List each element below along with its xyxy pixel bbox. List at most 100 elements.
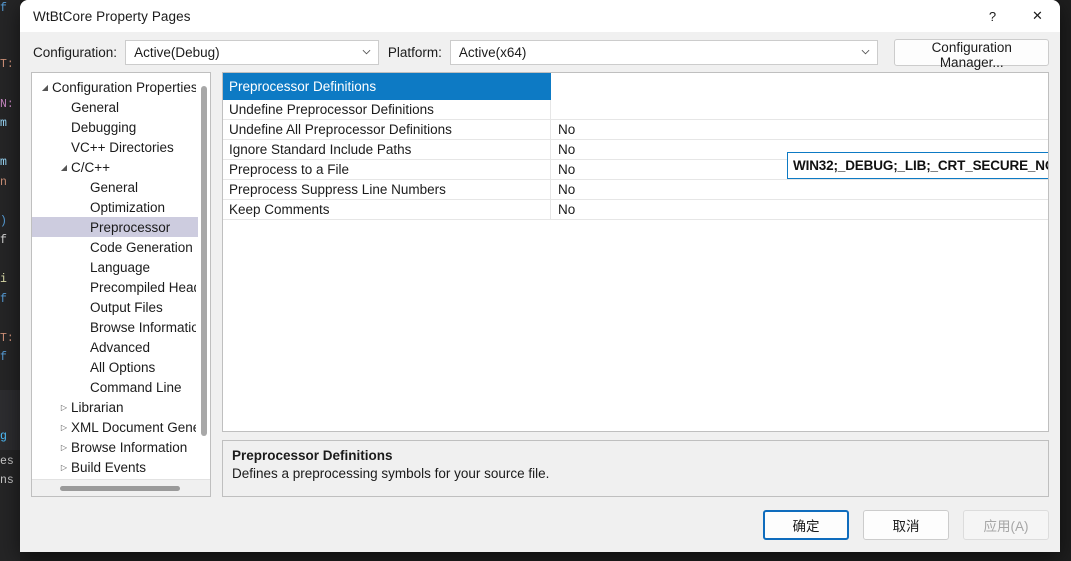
tree-item-label: VC++ Directories xyxy=(71,140,174,155)
property-value[interactable] xyxy=(551,73,1048,100)
tree-item-all-options[interactable]: All Options xyxy=(32,357,198,377)
tree-item-label: Debugging xyxy=(71,120,136,135)
description-panel: Preprocessor Definitions Defines a prepr… xyxy=(222,440,1049,497)
tree-item-label: Language xyxy=(90,260,150,275)
expander-collapsed-icon[interactable]: ▷ xyxy=(57,403,71,412)
code-fragment: f xyxy=(0,234,7,247)
tree-item-label: All Options xyxy=(90,360,155,375)
tree-item-build-events[interactable]: ▷Build Events xyxy=(32,457,198,477)
tree-item-label: Browse Information xyxy=(71,440,187,455)
code-fragment: es xyxy=(0,455,14,468)
tree-item-label: Code Generation xyxy=(90,240,193,255)
property-name: Preprocess Suppress Line Numbers xyxy=(223,180,551,199)
chevron-down-icon xyxy=(861,48,870,57)
tree-item-label: Output Files xyxy=(90,300,163,315)
tree-item-label: Build Events xyxy=(71,460,146,475)
dialog-footer: 确定 取消 应用(A) xyxy=(20,497,1060,552)
tree-item-librarian[interactable]: ▷Librarian xyxy=(32,397,198,417)
tree-item-label: Librarian xyxy=(71,400,124,415)
tree-item-preprocessor[interactable]: Preprocessor xyxy=(32,217,198,237)
dialog-title: WtBtCore Property Pages xyxy=(33,9,191,24)
configuration-dropdown-value: Active(Debug) xyxy=(134,45,220,60)
dialog-body: ◢Configuration Properties General Debuggin… xyxy=(20,72,1060,497)
property-row[interactable]: Undefine Preprocessor Definitions xyxy=(223,100,1048,120)
property-pane: Preprocessor DefinitionsUndefine Preproc… xyxy=(222,72,1049,497)
tree-item-label: General xyxy=(71,100,119,115)
property-value[interactable] xyxy=(551,100,1048,119)
configuration-dropdown[interactable]: Active(Debug) xyxy=(125,40,379,65)
help-icon[interactable]: ? xyxy=(970,0,1015,32)
tree-item-output-files[interactable]: Output Files xyxy=(32,297,198,317)
expander-expanded-icon[interactable]: ◢ xyxy=(57,163,71,172)
tree-item-label: General xyxy=(90,180,138,195)
tree-vertical-scrollbar[interactable] xyxy=(200,76,208,474)
code-fragment: ) xyxy=(0,215,7,228)
code-fragment: m xyxy=(0,117,7,130)
tree-item-label: Preprocessor xyxy=(90,220,170,235)
expander-collapsed-icon[interactable]: ▷ xyxy=(57,423,71,432)
tree-item-label: Advanced xyxy=(90,340,150,355)
tree-item-debugging[interactable]: Debugging xyxy=(32,117,198,137)
expander-collapsed-icon[interactable]: ▷ xyxy=(57,443,71,452)
property-row[interactable]: Preprocess Suppress Line NumbersNo xyxy=(223,180,1048,200)
property-row[interactable]: Preprocessor Definitions xyxy=(223,73,1048,100)
configuration-bar: Configuration: Active(Debug) Platform: A… xyxy=(20,32,1060,72)
description-title: Preprocessor Definitions xyxy=(232,448,1039,463)
property-row[interactable]: Keep CommentsNo xyxy=(223,200,1048,220)
property-value[interactable]: No xyxy=(551,200,1048,219)
tree-item-label: Precompiled Headers xyxy=(90,280,196,295)
expander-collapsed-icon[interactable]: ▷ xyxy=(57,463,71,472)
tree-item-label: XML Document Generator xyxy=(71,420,196,435)
code-fragment: T: xyxy=(0,58,14,71)
code-fragment: T: xyxy=(0,332,14,345)
property-value[interactable]: No xyxy=(551,120,1048,139)
property-grid: Preprocessor DefinitionsUndefine Preproc… xyxy=(222,72,1049,432)
tree-item-browse-information[interactable]: Browse Information xyxy=(32,317,198,337)
tree-item-label: Optimization xyxy=(90,200,165,215)
property-name: Undefine Preprocessor Definitions xyxy=(223,100,551,119)
property-name: Ignore Standard Include Paths xyxy=(223,140,551,159)
configuration-tree: ◢Configuration Properties General Debuggin… xyxy=(31,72,211,497)
preprocessor-definitions-value-editor[interactable]: WIN32;_DEBUG;_LIB;_CRT_SECURE_NO_WARNING… xyxy=(787,152,1049,179)
tree-horizontal-scrollbar-thumb[interactable] xyxy=(60,486,180,491)
ok-button[interactable]: 确定 xyxy=(763,510,849,540)
apply-button[interactable]: 应用(A) xyxy=(963,510,1049,540)
code-fragment: f xyxy=(0,351,7,364)
tree-item-c-c[interactable]: ◢C/C++ xyxy=(32,157,198,177)
code-fragment: m xyxy=(0,156,7,169)
property-value[interactable]: No xyxy=(551,180,1048,199)
tree-item-general[interactable]: General xyxy=(32,177,198,197)
tree-item-xml-document-generator[interactable]: ▷XML Document Generator xyxy=(32,417,198,437)
property-pages-dialog: WtBtCore Property Pages ? ✕ Configuratio… xyxy=(20,0,1060,552)
tree-item-advanced[interactable]: Advanced xyxy=(32,337,198,357)
platform-dropdown[interactable]: Active(x64) xyxy=(450,40,879,65)
tree-item-label: C/C++ xyxy=(71,160,110,175)
description-text: Defines a preprocessing symbols for your… xyxy=(232,466,1039,481)
tree-item-general[interactable]: General xyxy=(32,97,198,117)
tree-item-language[interactable]: Language xyxy=(32,257,198,277)
tree-item-vc-directories[interactable]: VC++ Directories xyxy=(32,137,198,157)
tree-item-precompiled-headers[interactable]: Precompiled Headers xyxy=(32,277,198,297)
tree-item-label: Command Line xyxy=(90,380,182,395)
property-grid-rows: Preprocessor DefinitionsUndefine Preproc… xyxy=(223,73,1048,220)
close-icon[interactable]: ✕ xyxy=(1015,0,1060,32)
platform-label: Platform: xyxy=(379,45,450,60)
tree-vertical-scrollbar-thumb[interactable] xyxy=(201,86,207,436)
configuration-label: Configuration: xyxy=(24,45,125,60)
window-buttons: ? ✕ xyxy=(970,0,1060,32)
code-fragment: n xyxy=(0,176,7,189)
property-name: Undefine All Preprocessor Definitions xyxy=(223,120,551,139)
expander-expanded-icon[interactable]: ◢ xyxy=(38,83,52,92)
tree-item-optimization[interactable]: Optimization xyxy=(32,197,198,217)
tree-item-command-line[interactable]: Command Line xyxy=(32,377,198,397)
tree-item-browse-information[interactable]: ▷Browse Information xyxy=(32,437,198,457)
configuration-manager-button[interactable]: Configuration Manager... xyxy=(894,39,1049,66)
code-fragment: f xyxy=(0,293,7,306)
tree-horizontal-scrollbar[interactable] xyxy=(32,479,210,496)
tree-item-configuration-properties[interactable]: ◢Configuration Properties xyxy=(32,77,198,97)
cancel-button[interactable]: 取消 xyxy=(863,510,949,540)
platform-dropdown-value: Active(x64) xyxy=(459,45,527,60)
code-fragment: i xyxy=(0,273,7,286)
tree-item-code-generation[interactable]: Code Generation xyxy=(32,237,198,257)
property-row[interactable]: Undefine All Preprocessor DefinitionsNo xyxy=(223,120,1048,140)
